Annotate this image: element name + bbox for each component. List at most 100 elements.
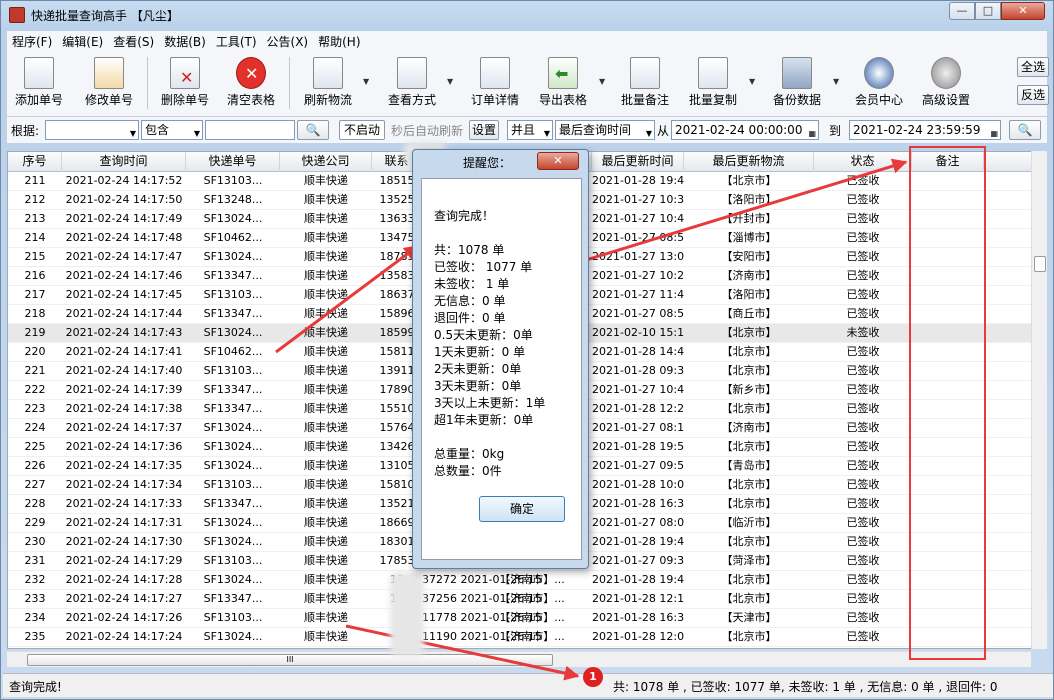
time-field-select[interactable]: 最后查询时间 ▼ [555, 120, 655, 140]
table-cell: 【济南市】... [499, 611, 565, 624]
add-order-button[interactable]: 添加单号 [11, 53, 67, 113]
table-cell: 顺丰快递 [304, 212, 348, 225]
table-cell: 【北京市】 [721, 440, 777, 453]
delete-order-button[interactable]: ✕ 删除单号 [155, 53, 215, 113]
table-cell: 218 [24, 307, 46, 320]
column-header[interactable]: 序号 [8, 152, 62, 172]
table-cell: 215 [24, 250, 46, 263]
backup-dropdown-icon[interactable]: ▼ [833, 77, 839, 86]
status-message: 查询完成! [9, 680, 62, 694]
calendar-icon[interactable]: ▦ [990, 125, 998, 143]
chevron-down-icon: ▼ [543, 129, 550, 138]
column-header[interactable]: 快递公司 [280, 152, 372, 172]
table-cell: 2021-02-24 14:17:36 [65, 440, 183, 453]
search-button[interactable]: 🔍 [297, 120, 329, 140]
status-summary: 共: 1078 单 , 已签收: 1077 单, 未签收: 1 单 , 无信息:… [613, 680, 998, 694]
menu-help[interactable]: 帮助(H) [313, 31, 365, 52]
table-cell: 2021-01-27 11:46:29 [592, 288, 684, 301]
clock-icon [864, 57, 894, 89]
export-dropdown-icon[interactable]: ▼ [599, 77, 605, 86]
menu-program[interactable]: 程序(F) [7, 31, 57, 52]
table-cell: 已签收 [846, 497, 880, 510]
menu-data[interactable]: 数据(B) [159, 31, 211, 52]
chevron-down-icon: ▼ [129, 129, 136, 138]
column-header[interactable]: 最后更新时间 [592, 152, 684, 172]
table-cell: 已签收 [846, 345, 880, 358]
table-cell: 2021-02-24 14:17:49 [65, 212, 183, 225]
dialog-line: 3天以上未更新：1单 [434, 396, 546, 410]
invert-selection-button[interactable]: 反选 [1017, 85, 1049, 105]
table-cell: 已签收 [846, 440, 880, 453]
table-cell: 2021-02-24 14:17:34 [65, 478, 183, 491]
table-cell: 2021-01-27 08:53:52 [592, 307, 684, 320]
settings-button[interactable]: 设置 [469, 120, 499, 140]
batch-note-button[interactable]: 批量备注 [615, 53, 675, 113]
date-to-input[interactable]: 2021-02-24 23:59:59 ▦ [849, 120, 1001, 140]
keyword-input[interactable] [205, 120, 295, 140]
horizontal-scrollbar[interactable]: III [7, 651, 1031, 667]
logic-select[interactable]: 并且 ▼ [507, 120, 553, 140]
table-cell: 【北京市】 [721, 535, 777, 548]
table-cell: 【北京市】 [721, 592, 777, 605]
vertical-scroll-thumb[interactable] [1034, 256, 1046, 272]
table-cell: 235 [24, 630, 46, 643]
table-cell: SF13103... [203, 478, 263, 491]
menu-view[interactable]: 查看(S) [108, 31, 159, 52]
date-from-input[interactable]: 2021-02-24 00:00:00 ▦ [671, 120, 819, 140]
table-cell: SF13024... [203, 440, 263, 453]
calendar-icon[interactable]: ▦ [808, 125, 816, 143]
view-mode-dropdown-icon[interactable]: ▼ [447, 77, 453, 86]
clear-table-button[interactable]: ✕ 清空表格 [221, 53, 281, 113]
export-table-button[interactable]: ⬅ 导出表格 [533, 53, 593, 113]
match-mode-select[interactable]: 包含 ▼ [141, 120, 203, 140]
table-cell: 2021-02-24 14:17:52 [65, 174, 183, 187]
table-row[interactable]: 2322021-02-24 14:17:28SF13024...顺丰快递1337… [8, 571, 1046, 590]
member-center-button[interactable]: 会员中心 [849, 53, 909, 113]
advanced-settings-button[interactable]: 高级设置 [915, 53, 977, 113]
refresh-logistics-button[interactable]: 刷新物流 [297, 53, 359, 113]
table-cell: 顺丰快递 [304, 478, 348, 491]
table-cell: SF13024... [203, 250, 263, 263]
dialog-close-button[interactable]: ✕ [537, 152, 579, 170]
table-row[interactable]: 2352021-02-24 14:17:24SF13024...顺丰快递1111… [8, 628, 1046, 647]
vertical-scrollbar[interactable] [1031, 151, 1047, 649]
table-cell: SF13024... [203, 459, 263, 472]
delete-document-icon: ✕ [170, 57, 200, 89]
menu-tools[interactable]: 工具(T) [211, 31, 262, 52]
table-cell: 顺丰快递 [304, 630, 348, 643]
edit-order-button[interactable]: 修改单号 [79, 53, 139, 113]
horizontal-scroll-thumb[interactable]: III [27, 654, 553, 666]
select-all-button[interactable]: 全选 [1017, 57, 1049, 77]
column-header[interactable]: 快递单号 [186, 152, 280, 172]
minimize-button[interactable]: — [949, 2, 975, 20]
table-row[interactable]: 2342021-02-24 14:17:26SF13103...顺丰快递1117… [8, 609, 1046, 628]
menu-notice[interactable]: 公告(X) [262, 31, 314, 52]
maximize-button[interactable]: □ [975, 2, 1001, 20]
menu-edit[interactable]: 编辑(E) [57, 31, 108, 52]
ok-button[interactable]: 确定 [479, 496, 565, 522]
refresh-dropdown-icon[interactable]: ▼ [363, 77, 369, 86]
dialog-line: 总数量：0件 [434, 464, 502, 478]
backup-data-button[interactable]: 备份数据 [767, 53, 827, 113]
view-mode-button[interactable]: 查看方式 [381, 53, 443, 113]
table-cell: 已签收 [846, 288, 880, 301]
auto-refresh-select[interactable]: 不启动 [339, 120, 385, 140]
batch-copy-button[interactable]: 批量复制 [683, 53, 743, 113]
order-detail-button[interactable]: 订单详情 [465, 53, 525, 113]
column-header[interactable]: 最后更新物流 [684, 152, 814, 172]
table-cell: 顺丰快递 [304, 174, 348, 187]
date-search-button[interactable]: 🔍 [1009, 120, 1041, 140]
filter-field-select[interactable]: ▼ [45, 120, 139, 140]
batch-copy-dropdown-icon[interactable]: ▼ [749, 77, 755, 86]
table-cell: 233 [24, 592, 46, 605]
table-cell: 【北京市】 [721, 630, 777, 643]
table-cell: 2021-01-27 09:32:17 [592, 554, 684, 567]
column-header[interactable]: 状态 [814, 152, 912, 172]
dialog-line: 1天未更新：0 单 [434, 345, 526, 359]
table-cell: SF13347... [203, 592, 263, 605]
column-header[interactable]: 查询时间 [62, 152, 186, 172]
close-button[interactable]: ✕ [1001, 2, 1045, 20]
table-cell: 2021-01-28 09:35:53 [592, 364, 684, 377]
to-label: 到 [829, 124, 842, 138]
table-row[interactable]: 2332021-02-24 14:17:27SF13347...顺丰快递1837… [8, 590, 1046, 609]
